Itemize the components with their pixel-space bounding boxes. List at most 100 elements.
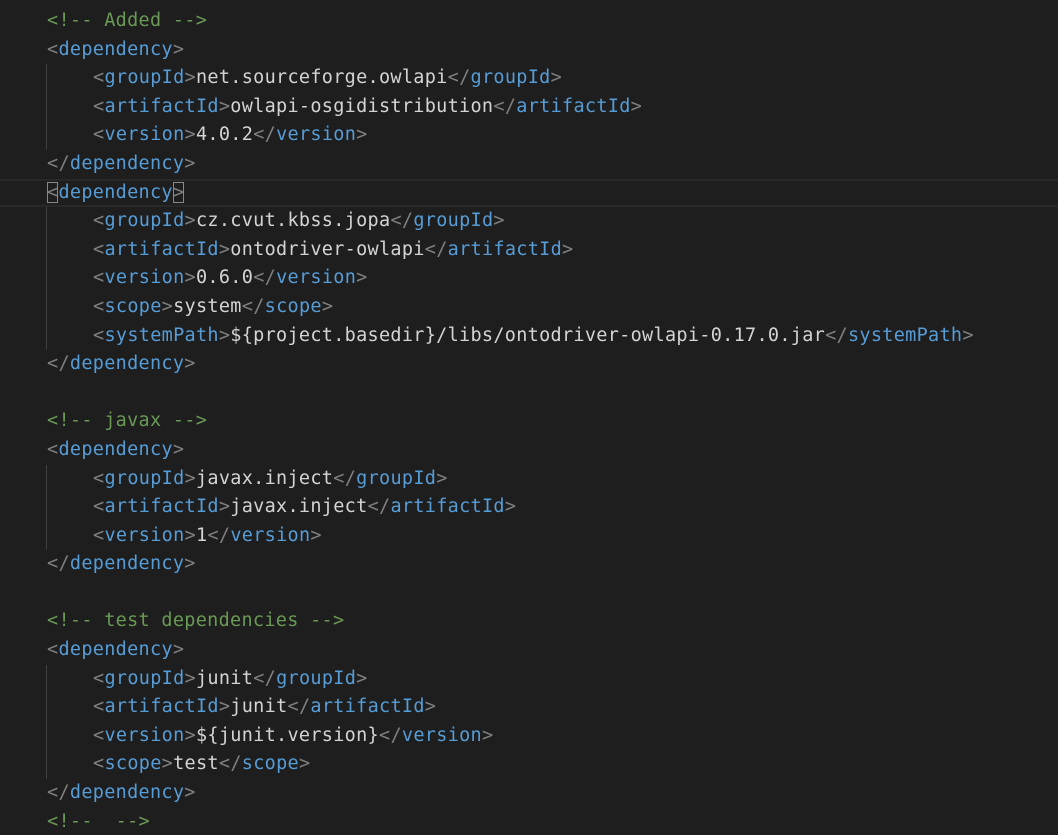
- code-line[interactable]: <artifactId>owlapi-osgidistribution</art…: [0, 93, 1058, 122]
- xml-tag-name: dependency: [69, 553, 185, 575]
- bracket-open: <: [93, 696, 105, 718]
- xml-tag-name: artifactId: [516, 95, 631, 117]
- bracket-close: >: [356, 667, 368, 689]
- line-content: <!-- -->: [47, 808, 150, 835]
- xml-tag-name: dependency: [58, 181, 173, 203]
- code-line[interactable]: <version>4.0.2</version>: [0, 121, 1058, 150]
- code-line[interactable]: <!-- test dependencies -->: [0, 607, 1058, 636]
- code-line-current[interactable]: <dependency>: [0, 178, 1058, 208]
- indent-guide: [46, 464, 47, 551]
- code-line[interactable]: </dependency>: [0, 350, 1058, 379]
- code-line[interactable]: <version>0.6.0</version>: [0, 264, 1058, 293]
- xml-comment: <!-- Added -->: [47, 10, 208, 31]
- bracket-close: >: [184, 353, 196, 375]
- code-line[interactable]: <artifactId>javax.inject</artifactId>: [0, 493, 1058, 522]
- xml-tag-name: version: [104, 524, 185, 546]
- indent-guide: [46, 64, 47, 150]
- bracket-open: </: [253, 267, 277, 289]
- xml-tag-name: groupId: [104, 210, 185, 232]
- code-line[interactable]: [0, 379, 1058, 408]
- xml-tag-name: artifactId: [104, 238, 219, 260]
- code-line[interactable]: <!-- -->: [0, 808, 1058, 835]
- code-line[interactable]: <groupId>cz.cvut.kbss.jopa</groupId>: [0, 207, 1058, 236]
- line-content: <systemPath>${project.basedir}/libs/onto…: [47, 322, 974, 351]
- xml-tag-name: groupId: [104, 467, 185, 489]
- code-line[interactable]: <artifactId>ontodriver-owlapi</artifactI…: [0, 236, 1058, 265]
- code-line[interactable]: <groupId>junit</groupId>: [0, 665, 1058, 694]
- xml-text-value: ontodriver-owlapi: [230, 238, 425, 260]
- xml-tag-name: groupId: [104, 667, 185, 689]
- bracket-close: >: [184, 524, 196, 546]
- xml-tag-name: version: [104, 267, 185, 289]
- code-line[interactable]: [0, 579, 1058, 608]
- bracket-close: >: [184, 724, 196, 746]
- line-content: <version>1</version>: [47, 522, 322, 551]
- bracket-open: <: [93, 667, 105, 689]
- bracket-open: <: [47, 38, 59, 60]
- bracket-open: <: [93, 95, 105, 117]
- bracket-open: </: [333, 467, 357, 489]
- xml-tag-name: version: [276, 267, 357, 289]
- line-content: <artifactId>ontodriver-owlapi</artifactI…: [47, 236, 573, 265]
- bracket-close: >: [184, 210, 196, 232]
- code-line[interactable]: <groupId>net.sourceforge.owlapi</groupId…: [0, 64, 1058, 93]
- bracket-close: >: [184, 67, 196, 89]
- xml-tag-name: version: [104, 124, 185, 146]
- bracket-close: >: [962, 324, 974, 346]
- indent-guide: [46, 664, 47, 780]
- bracket-close: >: [161, 753, 174, 775]
- xml-tag-name: systemPath: [104, 324, 219, 346]
- code-line[interactable]: </dependency>: [0, 779, 1058, 808]
- xml-tag-name: groupId: [276, 667, 357, 689]
- code-editor[interactable]: <!-- Added --> <dependency> <groupId>net.s…: [0, 0, 1058, 835]
- code-line[interactable]: <!-- javax -->: [0, 407, 1058, 436]
- bracket-open: </: [825, 324, 848, 346]
- line-content: <groupId>net.sourceforge.owlapi</groupId…: [47, 64, 562, 93]
- bracket-close: >: [356, 124, 368, 146]
- bracket-close: >: [184, 152, 196, 174]
- bracket-open: </: [367, 496, 391, 518]
- bracket-open: </: [47, 353, 70, 375]
- bracket-close: >: [218, 696, 231, 718]
- code-line[interactable]: <dependency>: [0, 36, 1058, 65]
- code-line[interactable]: <dependency>: [0, 636, 1058, 665]
- bracket-close: >: [504, 496, 517, 518]
- bracket-open: <: [93, 524, 105, 546]
- bracket-open: <: [47, 181, 59, 203]
- bracket-open: <: [93, 210, 105, 232]
- xml-text-value: test: [173, 753, 219, 775]
- bracket-open: </: [493, 95, 517, 117]
- bracket-open: <: [93, 467, 105, 489]
- xml-text-value: javax.inject: [230, 496, 368, 518]
- bracket-open: <: [93, 67, 105, 89]
- code-line[interactable]: <version>${junit.version}</version>: [0, 722, 1058, 751]
- xml-tag-name: scope: [264, 295, 322, 317]
- code-line[interactable]: <scope>system</scope>: [0, 293, 1058, 322]
- bracket-open: </: [47, 152, 70, 174]
- code-line[interactable]: <artifactId>junit</artifactId>: [0, 693, 1058, 722]
- xml-text-value: 1: [195, 524, 208, 546]
- bracket-close: >: [310, 524, 322, 546]
- code-lines[interactable]: <!-- Added --> <dependency> <groupId>net.s…: [0, 7, 1058, 835]
- code-line[interactable]: <groupId>javax.inject</groupId>: [0, 465, 1058, 494]
- bracket-close: >: [218, 324, 231, 346]
- code-line[interactable]: </dependency>: [0, 150, 1058, 179]
- xml-text-value: javax.inject: [195, 467, 334, 489]
- code-line[interactable]: </dependency>: [0, 550, 1058, 579]
- xml-text-value: owlapi-osgidistribution: [230, 95, 494, 117]
- code-line[interactable]: <systemPath>${project.basedir}/libs/onto…: [0, 322, 1058, 351]
- bracket-close: >: [172, 38, 185, 60]
- bracket-open: <: [93, 324, 105, 346]
- code-line[interactable]: <scope>test</scope>: [0, 750, 1058, 779]
- bracket-close: >: [356, 267, 368, 289]
- xml-tag-name: groupId: [356, 467, 437, 489]
- bracket-close: >: [424, 696, 437, 718]
- xml-tag-name: artifactId: [104, 696, 219, 718]
- code-line[interactable]: <version>1</version>: [0, 522, 1058, 551]
- bracket-open: <: [93, 496, 105, 518]
- code-line[interactable]: <dependency>: [0, 436, 1058, 465]
- code-line[interactable]: <!-- Added -->: [0, 7, 1058, 36]
- bracket-open: </: [424, 238, 448, 260]
- line-content: <dependency>: [47, 179, 185, 208]
- xml-comment: <!-- test dependencies -->: [47, 610, 345, 632]
